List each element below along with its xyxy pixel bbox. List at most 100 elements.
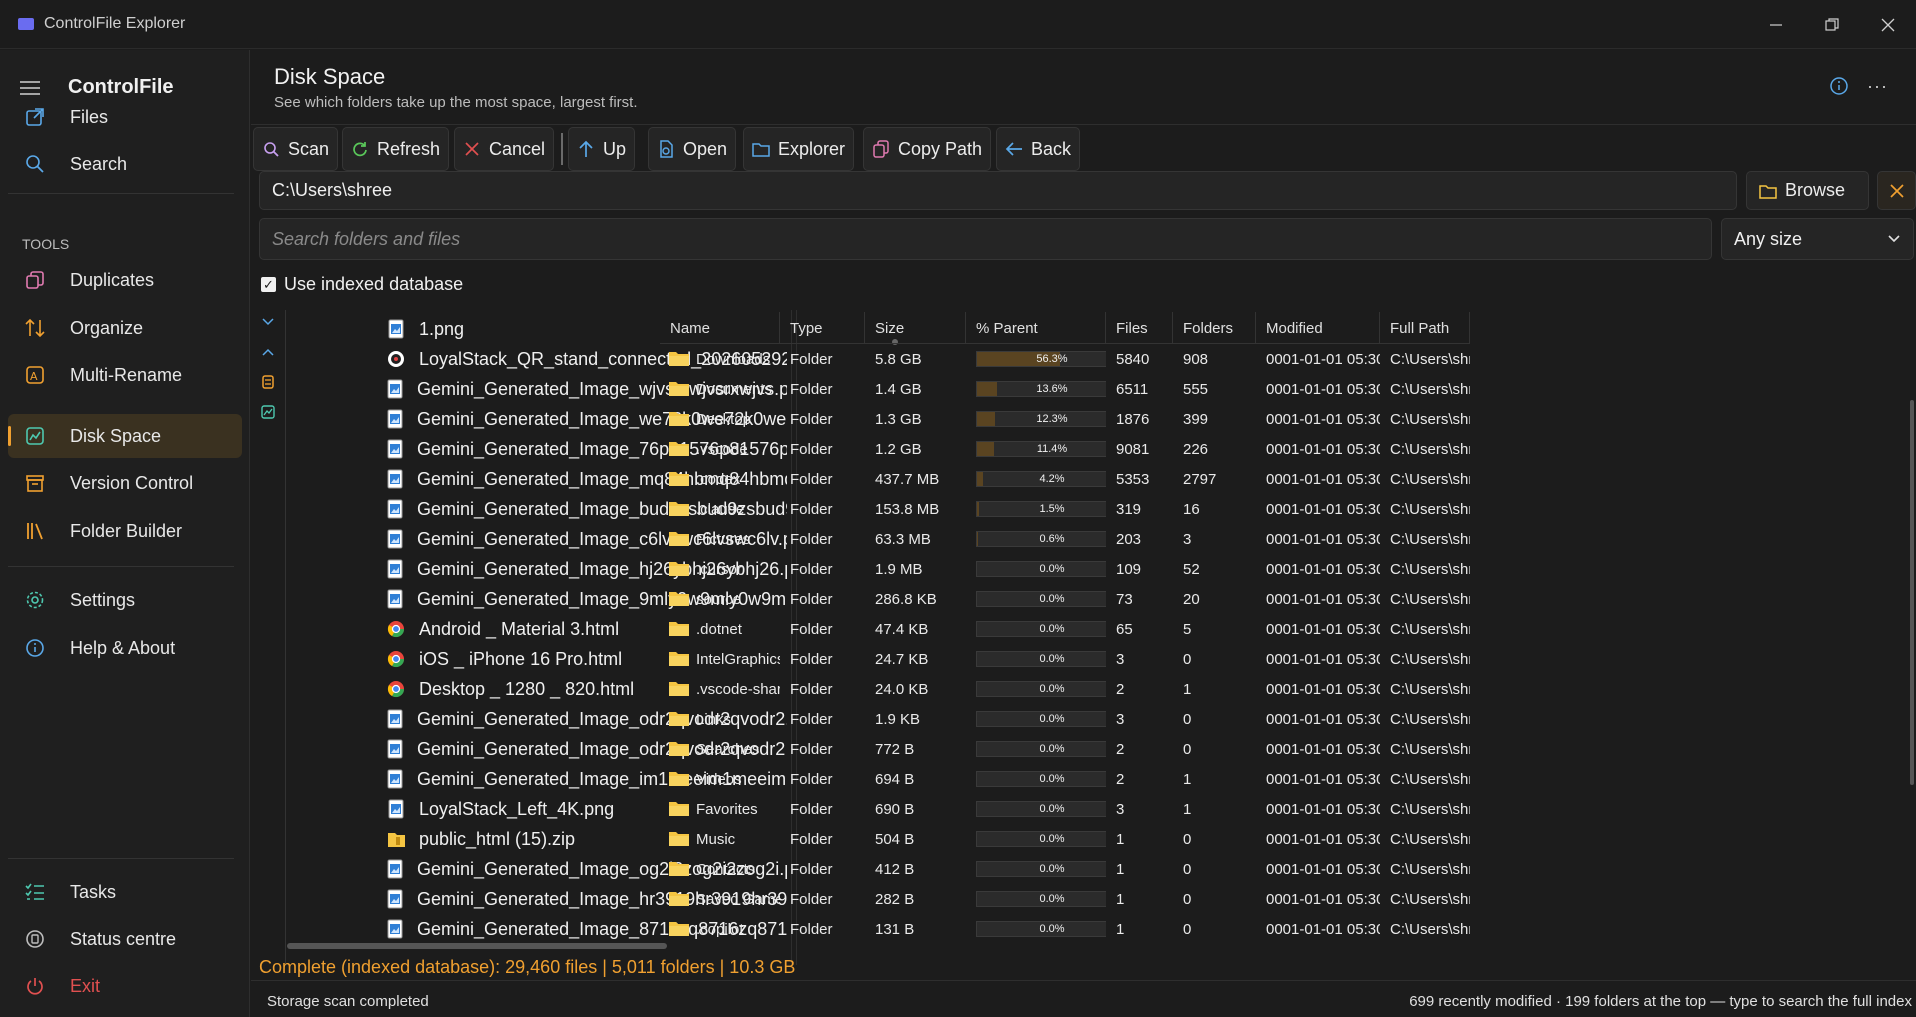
progress-track: 0.0% [976,831,1106,847]
image-file-icon [387,589,403,609]
path-input[interactable]: C:\Users\shree [259,171,1737,210]
files-cell: 3 [1116,651,1125,668]
sidebar-item-files[interactable]: Files [8,95,242,139]
name-cell: Documents [660,374,780,404]
sidebar-item-help-about[interactable]: Help & About [8,626,242,670]
back-button[interactable]: Back [996,127,1081,171]
modified-cell: 0001-01-01 05:30 [1266,861,1380,878]
sidebar-item-settings[interactable]: Settings [8,578,242,622]
sidebar-item-search[interactable]: Search [8,142,242,186]
scan-button[interactable]: Scan [253,127,339,171]
cancel-button[interactable]: Cancel [454,127,555,171]
modified-cell: 0001-01-01 05:30 [1266,921,1380,938]
database-icon[interactable] [256,367,280,397]
folders-cell: 20 [1183,591,1200,608]
table-row[interactable]: Desktop Folder 1.3 GB 12.3% 1876 399 0001-01-0… [660,404,1916,434]
path-cell: C:\Users\shree [1390,381,1470,398]
percent-parent-bar: 12.3% [966,404,1106,434]
browse-button[interactable]: Browse [1746,171,1869,210]
table-row[interactable]: .dotnet Folder 47.4 KB 0.0% 65 5 0001-01-01 05… [660,614,1916,644]
sidebar-item-disk-space[interactable]: Disk Space [8,414,242,458]
table-row[interactable]: .cursor Folder 1.9 MB 0.0% 109 52 0001-01-01 0… [660,554,1916,584]
column-header[interactable]: Size [865,312,966,344]
column-header[interactable]: Files [1106,312,1173,344]
chart-icon[interactable] [256,397,280,427]
copy-path-button[interactable]: Copy Path [863,127,992,171]
table-row[interactable]: IntelGraphicsP Folder 24.7 KB 0.0% 3 0 0001-01… [660,644,1916,674]
table-row[interactable]: Links Folder 1.9 KB 0.0% 3 0 0001-01-01 05:30 C… [660,704,1916,734]
sidebar-item-tasks[interactable]: Tasks [8,870,242,914]
use-indexed-db-option[interactable]: ✓ Use indexed database [261,274,463,295]
minimize-icon[interactable] [1748,0,1804,49]
percent-parent-bar: 13.6% [966,374,1106,404]
clear-path-button[interactable] [1877,171,1916,210]
folders-cell: 0 [1183,651,1192,668]
use-indexed-db-checkbox[interactable]: ✓ [261,277,276,292]
table-row[interactable]: .vscode-sharec Folder 24.0 KB 0.0% 2 1 0001-01… [660,674,1916,704]
column-header[interactable]: Modified [1256,312,1380,344]
table-row[interactable]: .claude Folder 153.8 MB 1.5% 319 16 0001-01-01… [660,494,1916,524]
table-row[interactable]: .copilot Folder 131 B 0.0% 1 0 0001-01-01 05:3… [660,914,1916,944]
table-row[interactable]: Saved Games Folder 282 B 0.0% 1 0 0001-01-01 0… [660,884,1916,914]
table-row[interactable]: Contacts Folder 412 B 0.0% 1 0 0001-01-01 05:3… [660,854,1916,884]
column-header[interactable]: Type [780,312,865,344]
open-button[interactable]: Open [648,127,737,171]
percent-label: 11.4% [1036,443,1068,455]
column-header[interactable]: Full Path [1380,312,1470,344]
expand-all-icon[interactable] [256,307,280,337]
size-filter-select[interactable]: Any size [1721,218,1914,260]
tree-horizontal-scrollbar[interactable] [287,943,667,949]
copy-path-label: Copy Path [898,138,983,159]
open-file-icon [657,140,675,158]
sidebar-item-status-centre[interactable]: Status centre [8,917,242,961]
image-file-icon [387,409,403,429]
sidebar-item-folder-builder[interactable]: Folder Builder [8,509,242,553]
column-header[interactable]: % Parent [966,312,1106,344]
percent-parent-bar: 0.0% [966,584,1106,614]
percent-parent-bar: 0.0% [966,884,1106,914]
size-cell: 63.3 MB [875,531,931,548]
files-cell: 3 [1116,711,1125,728]
close-icon [1889,178,1904,204]
sidebar-item-multi-rename[interactable]: A Multi-Rename [8,353,242,397]
path-cell: C:\Users\shree [1390,561,1470,578]
column-header[interactable]: Folders [1173,312,1256,344]
use-indexed-db-label: Use indexed database [284,274,464,294]
progress-track: 0.0% [976,921,1106,937]
explorer-button[interactable]: Explorer [743,127,855,171]
table-row[interactable]: Videos Folder 694 B 0.0% 2 1 0001-01-01 05:30 C… [660,764,1916,794]
column-header[interactable]: Name [660,312,780,344]
restore-icon[interactable] [1804,0,1860,49]
size-cell: 131 B [875,921,915,938]
table-row[interactable]: Favorites Folder 690 B 0.0% 3 1 0001-01-01 05:… [660,794,1916,824]
sidebar-item-organize[interactable]: Organize [8,306,242,350]
info-icon[interactable] [1829,76,1849,101]
close-window-icon[interactable] [1860,0,1916,49]
table-vertical-scrollbar[interactable] [1910,400,1914,785]
table-row[interactable]: Searches Folder 772 B 0.0% 2 0 0001-01-01 05:3… [660,734,1916,764]
up-button[interactable]: Up [568,127,636,171]
table-row[interactable]: Pictures Folder 63.3 MB 0.6% 203 3 0001-01-01 … [660,524,1916,554]
table-row[interactable]: Downloads Folder 5.8 GB 56.3% 5840 908 0001-01… [660,344,1916,374]
folder-name: Pictures [696,531,751,548]
table-row[interactable]: .codex Folder 437.7 MB 4.2% 5353 2797 0001-01-… [660,464,1916,494]
sidebar-item-version-control[interactable]: Version Control [8,461,242,505]
table-row[interactable]: Music Folder 504 B 0.0% 1 0 0001-01-01 05:30 C:… [660,824,1916,854]
library-icon [24,520,46,542]
table-row[interactable]: Documents Folder 1.4 GB 13.6% 6511 555 0001-01… [660,374,1916,404]
name-cell: .claude [660,494,780,524]
path-cell: C:\Users\shree [1390,801,1470,818]
more-options-icon[interactable]: ··· [1867,76,1888,97]
hamburger-icon[interactable] [20,80,40,96]
collapse-all-icon[interactable] [256,337,280,367]
sidebar-item-duplicates[interactable]: Duplicates [8,258,242,302]
table-row[interactable]: .vscode Folder 1.2 GB 11.4% 9081 226 0001-01-0… [660,434,1916,464]
sidebar-item-exit[interactable]: Exit [8,964,242,1008]
table-row[interactable]: source Folder 286.8 KB 0.0% 73 20 0001-01-01 0… [660,584,1916,614]
search-input[interactable]: Search folders and files [259,218,1712,260]
refresh-button[interactable]: Refresh [342,127,450,171]
image-file-icon [387,439,403,459]
folders-cell: 226 [1183,441,1209,458]
image-file-icon [387,709,403,729]
rename-icon: A [24,364,46,386]
